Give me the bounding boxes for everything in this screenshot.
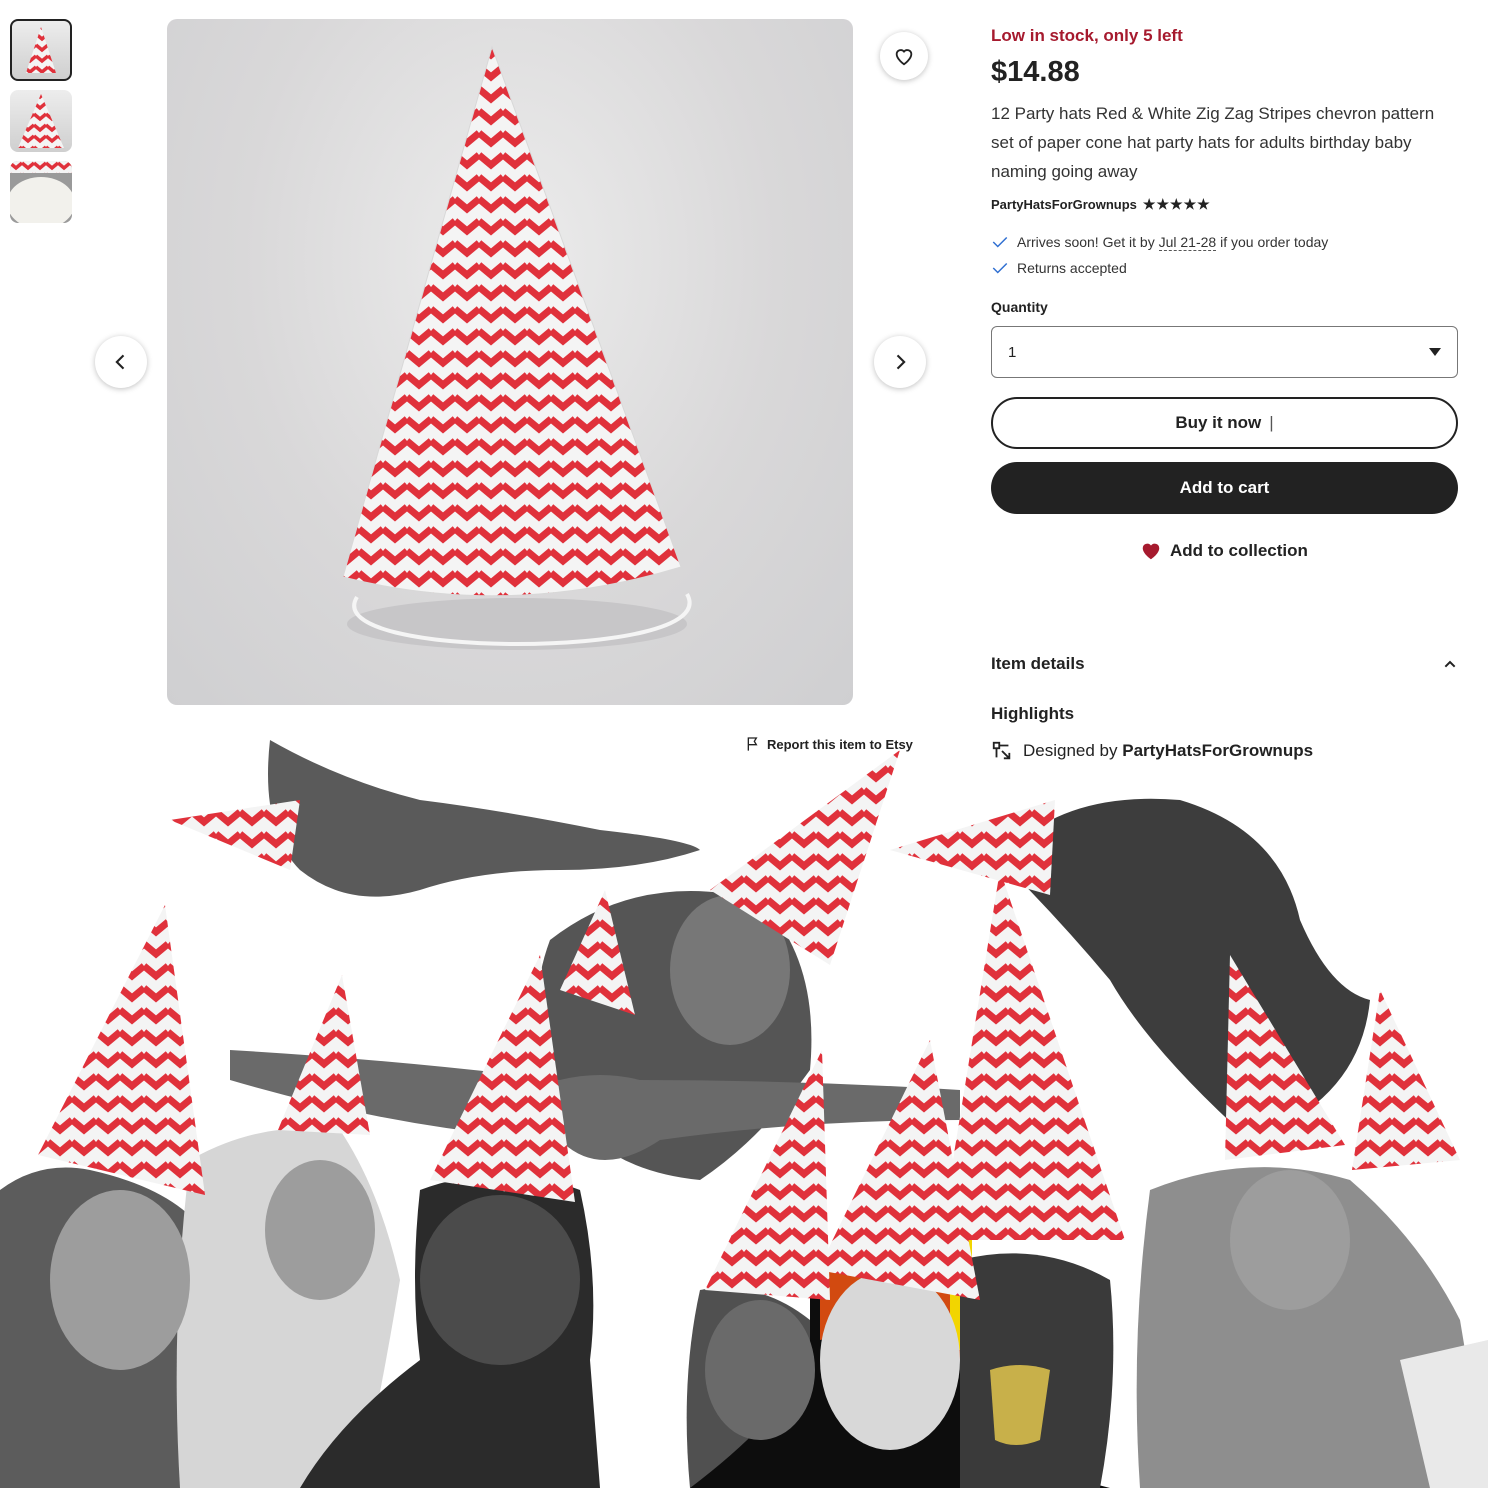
heart-outline-icon [895,49,913,66]
add-to-cart-button[interactable]: Add to cart [991,462,1458,514]
buy-it-now-button[interactable]: Buy it now | [991,397,1458,449]
main-product-image [167,19,853,705]
previous-image-button[interactable] [95,336,147,388]
chevron-up-icon [1444,660,1456,668]
text-cursor: | [1269,413,1274,432]
quantity-label: Quantity [991,299,1048,315]
check-icon [992,236,1008,248]
quantity-value: 1 [1008,343,1017,361]
listing-title: 12 Party hats Red & White Zig Zag Stripe… [991,104,1435,181]
item-details-toggle[interactable]: Item details [991,654,1458,674]
price: $14.88 [991,56,1080,88]
caret-down-icon [1429,348,1441,356]
rating-stars: ★★★★★ [1142,196,1211,212]
add-to-collection-button[interactable]: Add to collection [1140,540,1308,562]
chevron-left-icon [115,354,125,370]
party-hat-image [342,45,692,650]
check-icon [992,262,1008,274]
returns-row: Returns accepted [991,259,1458,277]
favorite-button[interactable] [880,32,928,80]
heart-filled-icon [1142,543,1160,560]
shop-row: PartyHatsForGrownups ★★★★★ [991,196,1458,213]
chevron-right-icon [896,354,906,370]
listing-info-panel: Low in stock, only 5 left $14.88 12 Part… [991,26,1458,315]
thumbnail-2[interactable] [10,90,72,152]
shipping-date[interactable]: Jul 21-28 [1158,234,1217,251]
collage-image [0,740,1488,1488]
quantity-select[interactable]: 1 [991,326,1458,378]
shop-name-link[interactable]: PartyHatsForGrownups [991,197,1137,212]
thumbnail-1[interactable] [10,19,72,81]
shipping-row: Arrives soon! Get it by Jul 21-28 if you… [991,233,1458,251]
party-hat-meme-collage [0,720,1488,1488]
next-image-button[interactable] [874,336,926,388]
stock-notice: Low in stock, only 5 left [991,26,1183,45]
thumbnail-3[interactable] [10,161,72,223]
thumbnail-strip [10,19,76,232]
